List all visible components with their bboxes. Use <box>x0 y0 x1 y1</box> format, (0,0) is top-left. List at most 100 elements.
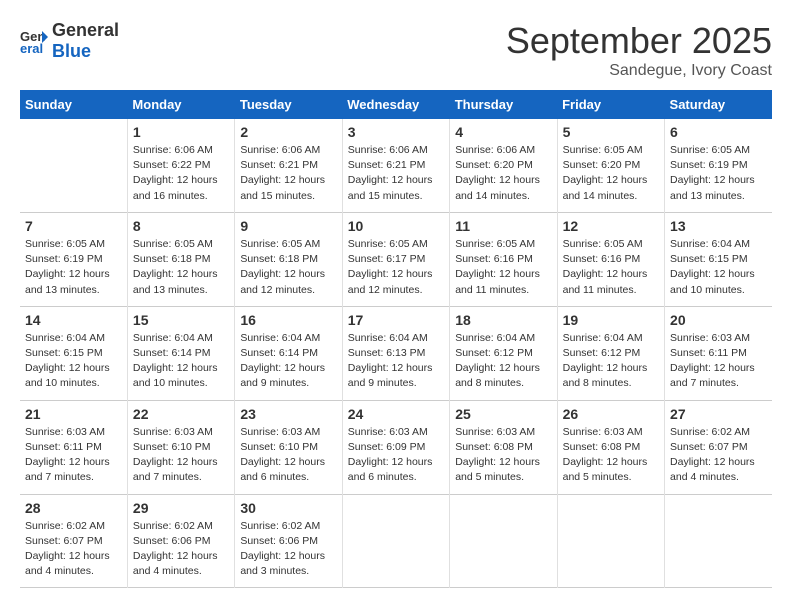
day-number: 28 <box>25 500 122 516</box>
logo-general-text: General <box>52 20 119 40</box>
cell-info: Sunrise: 6:04 AMSunset: 6:15 PMDaylight:… <box>25 331 122 392</box>
day-number: 6 <box>670 124 767 140</box>
calendar-cell: 9Sunrise: 6:05 AMSunset: 6:18 PMDaylight… <box>235 212 342 306</box>
calendar-cell: 5 Sunrise: 6:05 AMSunset: 6:20 PMDaylight… <box>557 119 664 212</box>
calendar-cell: 15 Sunrise: 6:04 AMSunset: 6:14 PMDayligh… <box>127 306 234 400</box>
day-number: 21 <box>25 406 122 422</box>
calendar-cell: 3Sunrise: 6:06 AMSunset: 6:21 PMDaylight… <box>342 119 449 212</box>
calendar-cell: 2Sunrise: 6:06 AMSunset: 6:21 PMDaylight… <box>235 119 342 212</box>
calendar-cell: 29 Sunrise: 6:02 AMSunset: 6:06 PMDayligh… <box>127 494 234 588</box>
weekday-header-wednesday: Wednesday <box>342 90 449 119</box>
weekday-header-saturday: Saturday <box>665 90 772 119</box>
calendar-cell <box>665 494 772 588</box>
weekday-header-monday: Monday <box>127 90 234 119</box>
weekday-header-sunday: Sunday <box>20 90 127 119</box>
day-number: 5 <box>563 124 659 140</box>
calendar-cell: 7Sunrise: 6:05 AMSunset: 6:19 PMDaylight… <box>20 212 127 306</box>
week-row-4: 21 Sunrise: 6:03 AMSunset: 6:11 PMDayligh… <box>20 400 772 494</box>
cell-info: Sunrise: 6:04 AMSunset: 6:13 PMDaylight:… <box>348 331 444 392</box>
cell-info: Sunrise: 6:04 AMSunset: 6:12 PMDaylight:… <box>563 331 659 392</box>
day-number: 24 <box>348 406 444 422</box>
week-row-3: 14 Sunrise: 6:04 AMSunset: 6:15 PMDayligh… <box>20 306 772 400</box>
calendar-cell: 17 Sunrise: 6:04 AMSunset: 6:13 PMDayligh… <box>342 306 449 400</box>
calendar-cell: 18 Sunrise: 6:04 AMSunset: 6:12 PMDayligh… <box>450 306 557 400</box>
month-title: September 2025 <box>506 20 772 62</box>
cell-info: Sunrise: 6:03 AMSunset: 6:11 PMDaylight:… <box>25 425 122 486</box>
calendar-cell: 12Sunrise: 6:05 AMSunset: 6:16 PMDayligh… <box>557 212 664 306</box>
calendar-cell: 26 Sunrise: 6:03 AMSunset: 6:08 PMDayligh… <box>557 400 664 494</box>
calendar-cell: 21 Sunrise: 6:03 AMSunset: 6:11 PMDayligh… <box>20 400 127 494</box>
calendar-cell: 4Sunrise: 6:06 AMSunset: 6:20 PMDaylight… <box>450 119 557 212</box>
week-row-5: 28Sunrise: 6:02 AMSunset: 6:07 PMDayligh… <box>20 494 772 588</box>
calendar-cell: 30Sunrise: 6:02 AMSunset: 6:06 PMDayligh… <box>235 494 342 588</box>
weekday-header-tuesday: Tuesday <box>235 90 342 119</box>
day-number: 20 <box>670 312 767 328</box>
day-number: 10 <box>348 218 444 234</box>
title-block: September 2025 Sandegue, Ivory Coast <box>506 20 772 80</box>
cell-info: Sunrise: 6:05 AMSunset: 6:16 PMDaylight:… <box>563 237 659 298</box>
day-number: 25 <box>455 406 551 422</box>
cell-info: Sunrise: 6:05 AMSunset: 6:18 PMDaylight:… <box>133 237 229 298</box>
day-number: 19 <box>563 312 659 328</box>
calendar-cell: 11 Sunrise: 6:05 AMSunset: 6:16 PMDayligh… <box>450 212 557 306</box>
day-number: 26 <box>563 406 659 422</box>
calendar-cell: 20 Sunrise: 6:03 AMSunset: 6:11 PMDayligh… <box>665 306 772 400</box>
cell-info: Sunrise: 6:04 AMSunset: 6:12 PMDaylight:… <box>455 331 551 392</box>
cell-info: Sunrise: 6:05 AMSunset: 6:18 PMDaylight:… <box>240 237 336 298</box>
calendar-cell: 19 Sunrise: 6:04 AMSunset: 6:12 PMDayligh… <box>557 306 664 400</box>
cell-info: Sunrise: 6:02 AMSunset: 6:06 PMDaylight:… <box>133 519 229 580</box>
cell-info: Sunrise: 6:05 AMSunset: 6:17 PMDaylight:… <box>348 237 444 298</box>
day-number: 15 <box>133 312 229 328</box>
weekday-header-row: SundayMondayTuesdayWednesdayThursdayFrid… <box>20 90 772 119</box>
calendar-cell <box>342 494 449 588</box>
day-number: 27 <box>670 406 767 422</box>
cell-info: Sunrise: 6:03 AMSunset: 6:10 PMDaylight:… <box>240 425 336 486</box>
calendar-cell: 27 Sunrise: 6:02 AMSunset: 6:07 PMDayligh… <box>665 400 772 494</box>
weekday-header-friday: Friday <box>557 90 664 119</box>
calendar-cell <box>557 494 664 588</box>
day-number: 13 <box>670 218 767 234</box>
calendar-cell: 13 Sunrise: 6:04 AMSunset: 6:15 PMDayligh… <box>665 212 772 306</box>
cell-info: Sunrise: 6:02 AMSunset: 6:07 PMDaylight:… <box>670 425 767 486</box>
weekday-header-thursday: Thursday <box>450 90 557 119</box>
page-header: Gen eral General Blue September 2025 San… <box>20 20 772 80</box>
day-number: 8 <box>133 218 229 234</box>
location-text: Sandegue, Ivory Coast <box>506 62 772 80</box>
cell-info: Sunrise: 6:04 AMSunset: 6:14 PMDaylight:… <box>133 331 229 392</box>
calendar-cell: 24 Sunrise: 6:03 AMSunset: 6:09 PMDayligh… <box>342 400 449 494</box>
day-number: 11 <box>455 218 551 234</box>
calendar-table: SundayMondayTuesdayWednesdayThursdayFrid… <box>20 90 772 588</box>
calendar-cell: 23 Sunrise: 6:03 AMSunset: 6:10 PMDayligh… <box>235 400 342 494</box>
day-number: 14 <box>25 312 122 328</box>
cell-info: Sunrise: 6:06 AMSunset: 6:22 PMDaylight:… <box>133 143 229 204</box>
cell-info: Sunrise: 6:03 AMSunset: 6:08 PMDaylight:… <box>563 425 659 486</box>
calendar-cell: 28Sunrise: 6:02 AMSunset: 6:07 PMDayligh… <box>20 494 127 588</box>
logo: Gen eral General Blue <box>20 20 119 62</box>
cell-info: Sunrise: 6:03 AMSunset: 6:11 PMDaylight:… <box>670 331 767 392</box>
week-row-1: 1 Sunrise: 6:06 AMSunset: 6:22 PMDaylight… <box>20 119 772 212</box>
cell-info: Sunrise: 6:05 AMSunset: 6:20 PMDaylight:… <box>563 143 659 204</box>
day-number: 23 <box>240 406 336 422</box>
calendar-cell: 10 Sunrise: 6:05 AMSunset: 6:17 PMDayligh… <box>342 212 449 306</box>
day-number: 4 <box>455 124 551 140</box>
day-number: 7 <box>25 218 122 234</box>
week-row-2: 7Sunrise: 6:05 AMSunset: 6:19 PMDaylight… <box>20 212 772 306</box>
cell-info: Sunrise: 6:04 AMSunset: 6:15 PMDaylight:… <box>670 237 767 298</box>
cell-info: Sunrise: 6:06 AMSunset: 6:21 PMDaylight:… <box>240 143 336 204</box>
cell-info: Sunrise: 6:05 AMSunset: 6:16 PMDaylight:… <box>455 237 551 298</box>
cell-info: Sunrise: 6:03 AMSunset: 6:08 PMDaylight:… <box>455 425 551 486</box>
cell-info: Sunrise: 6:03 AMSunset: 6:09 PMDaylight:… <box>348 425 444 486</box>
day-number: 1 <box>133 124 229 140</box>
cell-info: Sunrise: 6:04 AMSunset: 6:14 PMDaylight:… <box>240 331 336 392</box>
day-number: 18 <box>455 312 551 328</box>
cell-info: Sunrise: 6:02 AMSunset: 6:06 PMDaylight:… <box>240 519 336 580</box>
calendar-cell: 22Sunrise: 6:03 AMSunset: 6:10 PMDayligh… <box>127 400 234 494</box>
day-number: 17 <box>348 312 444 328</box>
cell-info: Sunrise: 6:06 AMSunset: 6:21 PMDaylight:… <box>348 143 444 204</box>
cell-info: Sunrise: 6:03 AMSunset: 6:10 PMDaylight:… <box>133 425 229 486</box>
cell-info: Sunrise: 6:05 AMSunset: 6:19 PMDaylight:… <box>670 143 767 204</box>
day-number: 16 <box>240 312 336 328</box>
svg-text:eral: eral <box>20 41 43 55</box>
calendar-cell: 14 Sunrise: 6:04 AMSunset: 6:15 PMDayligh… <box>20 306 127 400</box>
day-number: 29 <box>133 500 229 516</box>
